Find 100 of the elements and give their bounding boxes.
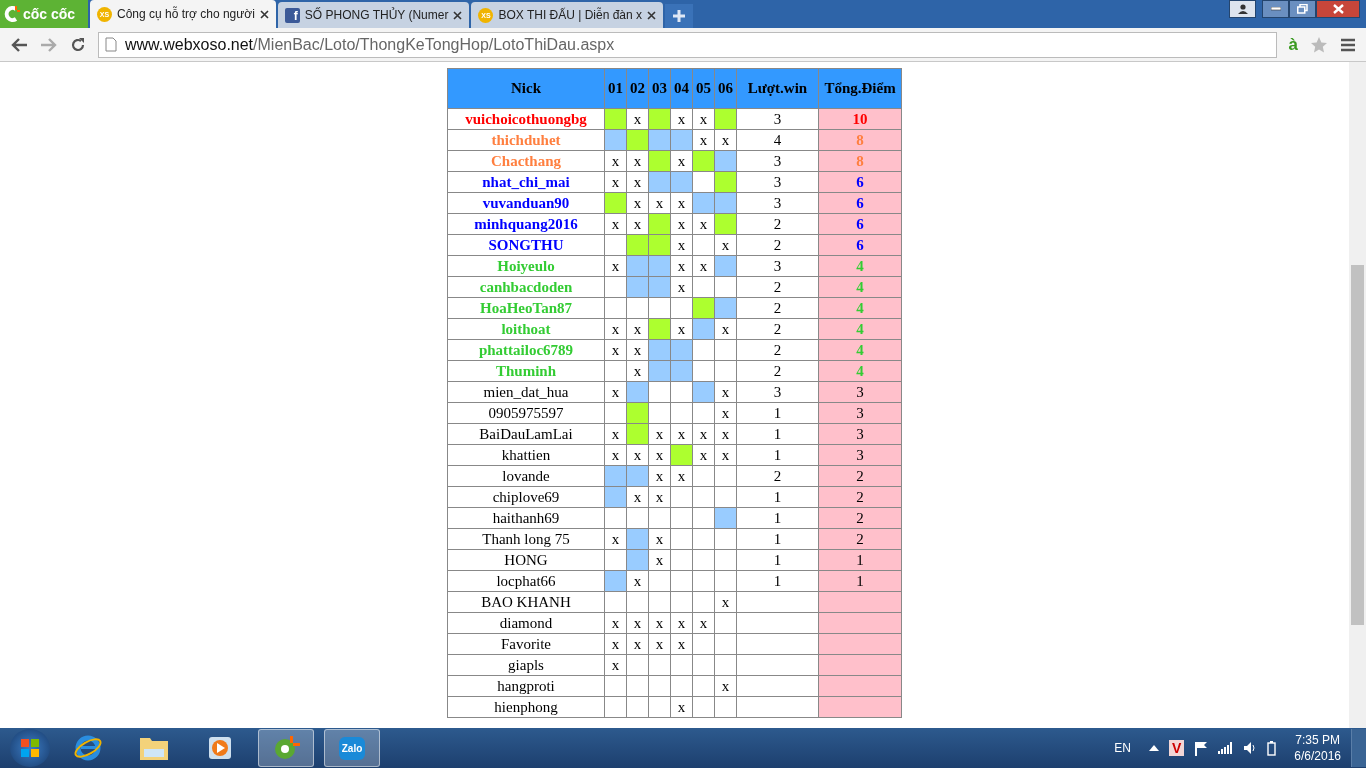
logo-icon — [4, 5, 20, 23]
scrollbar-thumb[interactable] — [1351, 265, 1364, 625]
menu-icon[interactable] — [1340, 37, 1356, 52]
table-cell: x — [626, 612, 649, 634]
table-cell: x — [604, 381, 627, 403]
close-button[interactable] — [1316, 0, 1360, 18]
scrollbar[interactable] — [1349, 62, 1366, 728]
new-tab-button[interactable] — [665, 4, 694, 28]
time-text: 7:35 PM — [1295, 733, 1340, 747]
wins-cell: 3 — [736, 108, 819, 130]
wins-cell: 3 — [736, 381, 819, 403]
start-button[interactable] — [10, 729, 50, 767]
table-cell: x — [648, 612, 671, 634]
table-cell: x — [670, 213, 693, 235]
table-cell: x — [670, 612, 693, 634]
table-cell: x — [670, 318, 693, 340]
profile-button[interactable] — [1229, 0, 1256, 18]
nick-cell: Hoiyeulo — [447, 255, 605, 277]
table-cell: x — [626, 633, 649, 655]
table-cell: x — [626, 570, 649, 592]
table-cell: x — [648, 444, 671, 466]
column-header: 04 — [670, 68, 693, 109]
wins-cell: 1 — [736, 486, 819, 508]
table-cell: x — [626, 192, 649, 214]
wins-cell: 1 — [736, 402, 819, 424]
back-icon[interactable] — [10, 36, 28, 53]
column-header: 03 — [648, 68, 671, 109]
nick-cell: locphat66 — [447, 570, 605, 592]
column-header: 01 — [604, 68, 627, 109]
wins-cell: 1 — [736, 570, 819, 592]
nick-cell: giapls — [447, 654, 605, 676]
table-cell: x — [692, 129, 715, 151]
table-cell: x — [648, 549, 671, 571]
nick-cell: nhat_chi_mai — [447, 171, 605, 193]
table-cell: x — [604, 633, 627, 655]
page-icon — [105, 37, 117, 52]
table-cell: x — [604, 654, 627, 676]
wins-cell: 2 — [736, 339, 819, 361]
signal-icon[interactable] — [1218, 742, 1234, 754]
wins-cell: 2 — [736, 213, 819, 235]
wins-cell: 2 — [736, 465, 819, 487]
table-cell: x — [692, 423, 715, 445]
wins-cell: 3 — [736, 255, 819, 277]
table-cell: x — [670, 108, 693, 130]
table-cell: x — [692, 612, 715, 634]
nick-cell: Thuminh — [447, 360, 605, 382]
wins-cell: 3 — [736, 150, 819, 172]
wins-cell: 2 — [736, 297, 819, 319]
address-bar[interactable]: www.webxoso.net/MienBac/Loto/ThongKeTongHop/LotoThiDau.aspx — [98, 31, 1277, 58]
nick-cell: phattailoc6789 — [447, 339, 605, 361]
nick-cell: hienphong — [447, 696, 605, 718]
nick-cell: vuichoicothuongbg — [447, 108, 605, 130]
wins-cell: 2 — [736, 360, 819, 382]
browser-tab[interactable]: f SỐ PHONG THỦY (Numer — [277, 2, 470, 28]
plus-icon — [672, 9, 687, 23]
person-icon — [1236, 4, 1249, 14]
table-cell: x — [648, 423, 671, 445]
flag-icon[interactable] — [1194, 740, 1209, 756]
table-cell: x — [604, 423, 627, 445]
table-cell: x — [670, 150, 693, 172]
table-cell: x — [714, 423, 737, 445]
table-cell: x — [604, 255, 627, 277]
table-cell: x — [670, 423, 693, 445]
reload-icon[interactable] — [70, 36, 86, 53]
column-header: Lượt.win — [736, 68, 819, 109]
table-cell: x — [648, 486, 671, 508]
close-icon[interactable] — [453, 10, 463, 20]
table-cell: x — [604, 171, 627, 193]
table-cell: x — [670, 192, 693, 214]
restore-button[interactable] — [1289, 0, 1316, 18]
wins-cell: 3 — [736, 192, 819, 214]
table-cell: x — [692, 255, 715, 277]
table-cell: x — [626, 318, 649, 340]
table-cell: x — [626, 213, 649, 235]
wins-cell: 1 — [736, 528, 819, 550]
star-icon[interactable] — [1310, 35, 1328, 54]
table-cell: x — [604, 339, 627, 361]
table-cell: x — [670, 465, 693, 487]
close-icon[interactable] — [259, 9, 269, 19]
caret-up-icon[interactable] — [1148, 745, 1159, 751]
clock[interactable]: 7:35 PM 6/6/2016 — [1294, 733, 1341, 763]
language-indicator[interactable]: EN — [1114, 741, 1131, 755]
table-cell: x — [714, 402, 737, 424]
table-cell: x — [626, 108, 649, 130]
nick-cell: haithanh69 — [447, 507, 605, 529]
folder-icon — [139, 735, 169, 761]
column-header: 06 — [714, 68, 737, 109]
table-cell: x — [604, 213, 627, 235]
taskbar-app[interactable] — [258, 729, 314, 767]
battery-icon[interactable] — [1267, 740, 1277, 756]
tray-app-icon[interactable]: V — [1168, 740, 1185, 756]
minimize-button[interactable] — [1262, 0, 1289, 18]
speaker-icon[interactable] — [1243, 741, 1258, 755]
close-icon[interactable] — [647, 10, 657, 20]
nick-cell: loithoat — [447, 318, 605, 340]
table-cell: x — [692, 213, 715, 235]
chat-app-icon: Zalo — [338, 736, 366, 760]
table-cell: x — [648, 192, 671, 214]
table-cell: x — [626, 171, 649, 193]
taskbar-app[interactable]: Zalo — [324, 729, 380, 767]
